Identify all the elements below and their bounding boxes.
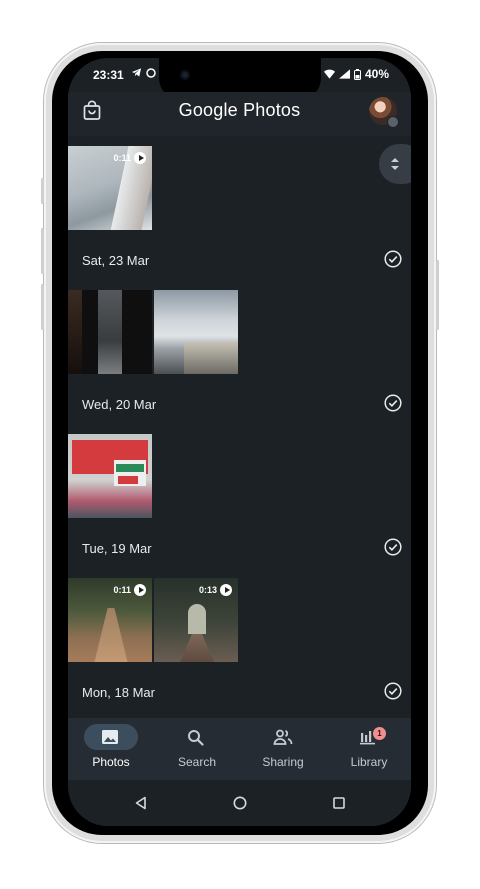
bottom-navigation: Photos Search Sharing 1 Library	[68, 718, 411, 780]
wifi-icon	[323, 69, 335, 79]
status-left-icons	[131, 67, 156, 78]
system-navigation-bar	[68, 780, 411, 826]
date-header: Mon, 18 Mar	[82, 682, 402, 704]
nav-label: Sharing	[262, 755, 304, 769]
home-icon[interactable]	[233, 796, 247, 810]
nav-search[interactable]: Search	[154, 718, 240, 780]
date-label: Wed, 20 Mar	[82, 397, 157, 412]
nav-icon-wrap	[342, 724, 396, 750]
select-check-icon[interactable]	[384, 538, 402, 556]
photo-thumbnail[interactable]	[68, 290, 152, 374]
battery-percent: 40%	[364, 67, 389, 81]
nav-icon-wrap	[170, 724, 224, 750]
date-label: Mon, 18 Mar	[82, 685, 155, 700]
nav-label: Search	[177, 755, 217, 769]
photo-thumbnail[interactable]	[154, 290, 238, 374]
date-header: Tue, 19 Mar	[82, 538, 402, 560]
play-icon	[134, 584, 146, 596]
thumbnail-shape	[180, 634, 214, 662]
thumbnail-shape	[94, 608, 128, 662]
power-button	[436, 260, 439, 330]
select-check-icon[interactable]	[384, 682, 402, 700]
photo-thumbnail[interactable]	[68, 434, 152, 518]
status-right: 40%	[323, 67, 389, 81]
nav-icon-wrap	[256, 724, 310, 750]
recents-icon[interactable]	[332, 796, 346, 810]
duration-text: 0:11	[113, 585, 131, 595]
nav-label: Library	[350, 755, 388, 769]
front-camera	[180, 70, 190, 80]
nav-label: Photos	[92, 755, 130, 769]
sharing-icon	[273, 729, 293, 745]
scroll-arrows-icon	[391, 158, 399, 170]
thumbnail-shape	[184, 342, 238, 374]
status-time: 23:31	[93, 68, 124, 82]
thumbnail-shape	[98, 290, 122, 374]
back-icon[interactable]	[134, 796, 148, 810]
select-check-icon[interactable]	[384, 250, 402, 268]
screen: 23:31 40% Google Photos 0:11 Sat, 23 Mar…	[68, 58, 411, 826]
select-check-icon[interactable]	[384, 394, 402, 412]
nav-photos[interactable]: Photos	[68, 718, 154, 780]
video-thumbnail[interactable]: 0:11	[68, 578, 152, 662]
signal-icon	[338, 69, 350, 79]
avatar-status-badge	[387, 116, 399, 128]
thumbnail-shape	[68, 290, 82, 374]
date-label: Sat, 23 Mar	[82, 253, 150, 268]
volume-down-button	[41, 284, 44, 330]
app-title-product: Photos	[243, 100, 301, 120]
thumbnail-shape	[188, 604, 206, 634]
date-header: Wed, 20 Mar	[82, 394, 402, 416]
telegram-icon	[131, 68, 142, 77]
fast-scroll-handle[interactable]	[379, 144, 411, 184]
nav-active-indicator	[84, 724, 138, 750]
volume-up-button	[41, 228, 44, 274]
search-icon	[188, 730, 204, 746]
app-title: Google Photos	[68, 100, 411, 121]
date-label: Tue, 19 Mar	[82, 541, 152, 556]
photos-icon	[102, 730, 118, 744]
app-title-brand: Google	[178, 100, 238, 120]
duration-text: 0:11	[113, 153, 131, 163]
date-header: Sat, 23 Mar	[82, 250, 402, 272]
silent-switch	[41, 178, 44, 204]
app-bar: Google Photos	[68, 92, 411, 136]
notification-icon	[146, 67, 156, 78]
video-duration: 0:11	[113, 584, 146, 596]
video-thumbnail[interactable]: 0:13	[154, 578, 238, 662]
library-badge: 1	[373, 727, 386, 740]
video-duration: 0:13	[199, 584, 232, 596]
thumbnail-shape	[116, 464, 144, 472]
nav-sharing[interactable]: Sharing	[240, 718, 326, 780]
duration-text: 0:13	[198, 585, 217, 595]
video-duration: 0:11	[113, 152, 146, 164]
nav-library[interactable]: 1 Library	[326, 718, 411, 780]
photo-thumbnail[interactable]: 0:11	[68, 146, 152, 230]
thumbnail-shape	[118, 476, 138, 484]
battery-icon	[353, 68, 361, 80]
play-icon	[134, 152, 146, 164]
play-icon	[220, 584, 232, 596]
